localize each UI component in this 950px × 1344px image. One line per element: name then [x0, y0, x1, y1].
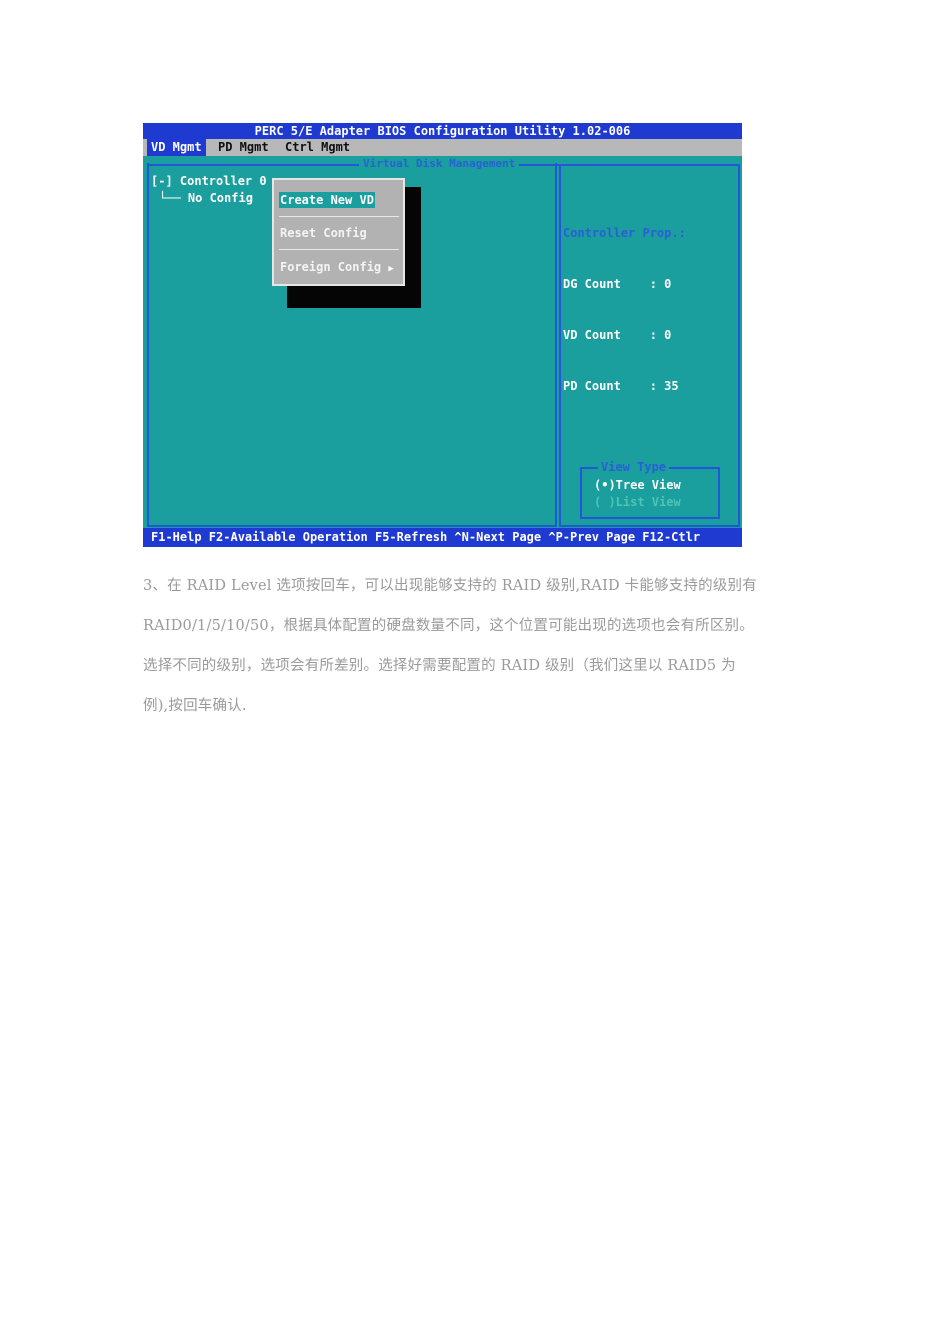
submenu-arrow-icon: ▶ — [388, 264, 394, 274]
prop-pd-count: PD Count : 35 — [563, 379, 679, 393]
operations-popup-menu: Create New VD Reset Config Foreign Confi… — [272, 178, 405, 286]
menu-separator — [279, 249, 399, 250]
menu-item-foreign-config[interactable]: Foreign Config ▶ — [279, 259, 395, 275]
prop-vd-count: VD Count : 0 — [563, 328, 672, 342]
menu-separator — [279, 216, 399, 217]
tree-controller-node[interactable]: [-] Controller 0 — [151, 173, 267, 190]
menu-item-foreign-config-label: Foreign Config — [280, 260, 382, 274]
tab-pd-mgmt[interactable]: PD Mgmt — [214, 139, 273, 156]
bios-title-bar: PERC 5/E Adapter BIOS Configuration Util… — [143, 123, 742, 139]
bios-screenshot: PERC 5/E Adapter BIOS Configuration Util… — [143, 123, 742, 547]
panel-title: Virtual Disk Management — [359, 157, 520, 171]
tree-view-radio[interactable]: (•)Tree View — [594, 477, 681, 493]
list-view-radio[interactable]: ( )List View — [594, 494, 681, 510]
tab-vd-mgmt[interactable]: VD Mgmt — [147, 139, 206, 156]
view-type-title: View Type — [598, 460, 670, 474]
paragraph-line: 3、在 RAID Level 选项按回车，可以出现能够支持的 RAID 级别,R… — [143, 578, 757, 594]
paragraph-line: RAID0/1/5/10/50，根据具体配置的硬盘数量不同，这个位置可能出现的选… — [143, 618, 754, 634]
tab-ctrl-mgmt[interactable]: Ctrl Mgmt — [281, 139, 354, 156]
paragraph-line: 例),按回车确认. — [143, 698, 247, 714]
props-heading: Controller Prop.: — [563, 226, 686, 240]
instruction-paragraph: 3、在 RAID Level 选项按回车，可以出现能够支持的 RAID 级别,R… — [143, 566, 833, 726]
controller-properties: Controller Prop.: DG Count : 0 VD Count … — [563, 191, 686, 429]
menu-item-reset-config[interactable]: Reset Config — [279, 225, 368, 241]
bios-footer-help: F1-Help F2-Available Operation F5-Refres… — [143, 528, 742, 547]
tree-no-config-node[interactable]: └── No Config — [159, 190, 253, 207]
paragraph-line: 选择不同的级别，选项会有所差别。选择好需要配置的 RAID 级别（我们这里以 R… — [143, 658, 736, 674]
menu-item-create-new-vd[interactable]: Create New VD — [279, 192, 375, 208]
bios-tab-bar: VD Mgmt PD Mgmt Ctrl Mgmt — [143, 139, 742, 156]
prop-dg-count: DG Count : 0 — [563, 277, 672, 291]
view-type-box — [580, 467, 720, 519]
